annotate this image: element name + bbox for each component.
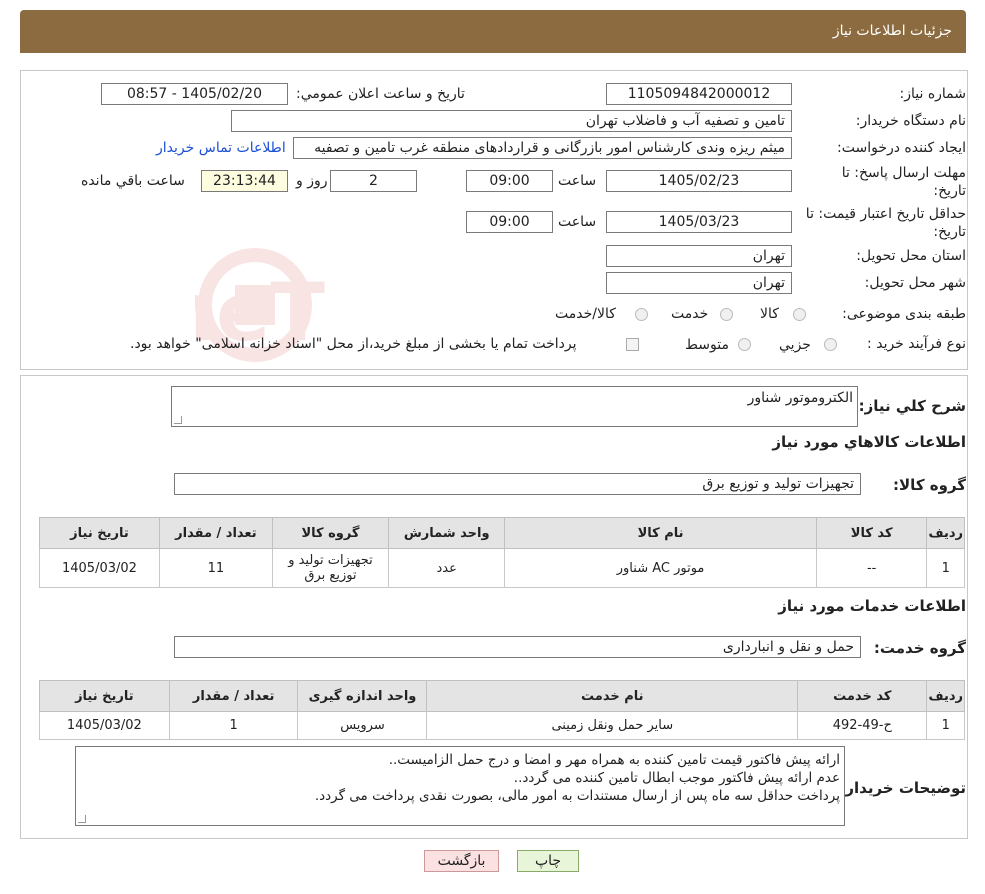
deadline-time-label: ساعت xyxy=(558,173,597,189)
deadline-label-date: تاریخ: xyxy=(933,183,966,199)
validity-label: حداقل تاریخ اعتبار قیمت: تا xyxy=(805,206,966,222)
announce-date-field[interactable]: 1405/02/20 - 08:57 xyxy=(101,83,288,105)
services-cell-date: 1405/03/02 xyxy=(39,711,170,740)
services-table: ردیف کد خدمت نام خدمت واحد اندازه گیری ت… xyxy=(39,680,965,740)
deadline-date-field[interactable]: 1405/02/23 xyxy=(606,170,792,192)
services-cell-code: ح-49-492 xyxy=(797,711,928,740)
process-partial-radio[interactable] xyxy=(824,338,837,351)
description-label: شرح کلي نیاز: xyxy=(858,397,966,415)
services-group-field[interactable]: حمل و نقل و انبارداری xyxy=(174,636,861,658)
goods-cell-date: 1405/03/02 xyxy=(39,548,160,588)
services-section-title: اطلاعات خدمات مورد نیاز xyxy=(778,597,966,615)
treasury-checkbox[interactable] xyxy=(626,338,639,351)
buyer-note-line: ارائه پیش فاکتور قیمت تامین کننده به همر… xyxy=(388,752,840,768)
buyer-note-line: عدم ارائه پیش فاکتور موجب ابطال تامین کن… xyxy=(513,770,840,786)
buyer-notes-text: ارائه پیش فاکتور قیمت تامین کننده به همر… xyxy=(315,751,840,805)
page-title: جزئیات اطلاعات نیاز xyxy=(832,23,952,39)
table-row: 1 ح-49-492 سایر حمل ونقل زمینی سرویس 1 1… xyxy=(39,711,965,740)
buyer-field[interactable]: تامین و تصفیه آب و فاضلاب تهران xyxy=(231,110,792,132)
process-label: نوع فرآیند خرید : xyxy=(867,336,966,352)
buyer-contact-link[interactable]: اطلاعات تماس خریدار xyxy=(156,140,286,156)
services-cell-row: 1 xyxy=(926,711,965,740)
services-cell-qty: 1 xyxy=(168,711,299,740)
buyer-notes-textarea[interactable]: ارائه پیش فاکتور قیمت تامین کننده به همر… xyxy=(75,746,845,826)
days-label: روز و xyxy=(296,173,328,189)
days-field[interactable]: 2 xyxy=(330,170,417,192)
goods-cell-code: -- xyxy=(815,548,928,588)
remaining-time-field: 23:13:44 xyxy=(201,170,288,192)
category-service-label: خدمت xyxy=(671,306,709,322)
validity-date-field[interactable]: 1405/03/23 xyxy=(606,211,792,233)
validity-label-date: تاریخ: xyxy=(933,224,966,240)
table-row: 1 -- موتور AC شناور عدد تجهیزات تولید و … xyxy=(39,548,965,588)
goods-group-label: گروه کالا: xyxy=(893,476,966,494)
category-goods-radio[interactable] xyxy=(793,308,806,321)
goods-table: ردیف کد کالا نام کالا واحد شمارش گروه کا… xyxy=(39,517,965,588)
buyer-label: نام دستگاه خریدار: xyxy=(855,113,966,129)
back-button[interactable]: بازگشت xyxy=(424,850,499,872)
province-field[interactable]: تهران xyxy=(606,245,792,267)
remaining-label: ساعت باقي مانده xyxy=(81,173,185,189)
category-both-label: کالا/خدمت xyxy=(555,306,616,322)
buyer-notes-label: توضیحات خریدار: xyxy=(839,779,966,797)
need-number-label: شماره نیاز: xyxy=(899,86,967,102)
goods-col-row: ردیف xyxy=(926,517,965,549)
description-textarea[interactable]: الکتروموتور شناور xyxy=(171,386,858,427)
services-col-unit: واحد اندازه گیری xyxy=(297,680,428,712)
services-col-name: نام خدمت xyxy=(426,680,799,712)
province-label: استان محل تحویل: xyxy=(856,248,966,264)
goods-col-group: گروه کالا xyxy=(271,517,390,549)
goods-table-header: ردیف کد کالا نام کالا واحد شمارش گروه کا… xyxy=(39,517,965,549)
goods-cell-unit: عدد xyxy=(388,548,506,588)
process-note: پرداخت تمام یا بخشی از مبلغ خرید،از محل … xyxy=(130,336,577,352)
goods-col-date: تاریخ نیاز xyxy=(39,517,160,549)
goods-cell-row: 1 xyxy=(926,548,965,588)
services-col-row: ردیف xyxy=(926,680,965,712)
goods-cell-group: تجهیزات تولید و توزیع برق xyxy=(271,548,390,588)
process-medium-label: متوسط xyxy=(685,337,729,353)
goods-cell-qty: 11 xyxy=(158,548,273,588)
services-col-code: کد خدمت xyxy=(797,680,928,712)
city-field[interactable]: تهران xyxy=(606,272,792,294)
deadline-label: مهلت ارسال پاسخ: تا xyxy=(841,165,966,181)
category-both-radio[interactable] xyxy=(635,308,648,321)
goods-group-field[interactable]: تجهیزات تولید و توزیع برق xyxy=(174,473,861,495)
validity-time-label: ساعت xyxy=(558,214,597,230)
print-button[interactable]: چاپ xyxy=(517,850,579,872)
services-cell-unit: سرویس xyxy=(297,711,428,740)
category-goods-label: کالا xyxy=(760,306,779,322)
goods-cell-name: موتور AC شناور xyxy=(504,548,817,588)
services-col-qty: تعداد / مقدار xyxy=(168,680,299,712)
process-partial-label: جزیي xyxy=(779,337,811,353)
services-cell-name: سایر حمل ونقل زمینی xyxy=(426,711,799,740)
deadline-time-field[interactable]: 09:00 xyxy=(466,170,553,192)
creator-label: ایجاد کننده درخواست: xyxy=(837,140,966,156)
validity-time-field[interactable]: 09:00 xyxy=(466,211,553,233)
creator-field[interactable]: میثم ریزه وندی کارشناس امور بازرگانی و ق… xyxy=(293,137,792,159)
goods-col-name: نام کالا xyxy=(504,517,817,549)
page-header: جزئیات اطلاعات نیاز xyxy=(20,10,966,53)
need-number-field[interactable]: 1105094842000012 xyxy=(606,83,792,105)
process-medium-radio[interactable] xyxy=(738,338,751,351)
city-label: شهر محل تحویل: xyxy=(864,275,966,291)
goods-section-title: اطلاعات کالاهاي مورد نیاز xyxy=(772,433,966,451)
goods-col-code: کد کالا xyxy=(815,517,928,549)
services-group-label: گروه خدمت: xyxy=(873,639,966,657)
goods-col-qty: تعداد / مقدار xyxy=(158,517,273,549)
goods-col-unit: واحد شمارش xyxy=(388,517,506,549)
category-label: طبقه بندی موضوعی: xyxy=(842,306,966,322)
services-table-header: ردیف کد خدمت نام خدمت واحد اندازه گیری ت… xyxy=(39,680,965,712)
description-text: الکتروموتور شناور xyxy=(747,390,853,406)
category-service-radio[interactable] xyxy=(720,308,733,321)
services-col-date: تاریخ نیاز xyxy=(39,680,170,712)
resize-handle-icon[interactable] xyxy=(174,416,182,424)
announce-label: تاریخ و ساعت اعلان عمومي: xyxy=(296,86,465,102)
buyer-note-line: پرداخت حداقل سه ماه پس از ارسال مستندات … xyxy=(314,788,840,804)
resize-handle-icon[interactable] xyxy=(78,815,86,823)
